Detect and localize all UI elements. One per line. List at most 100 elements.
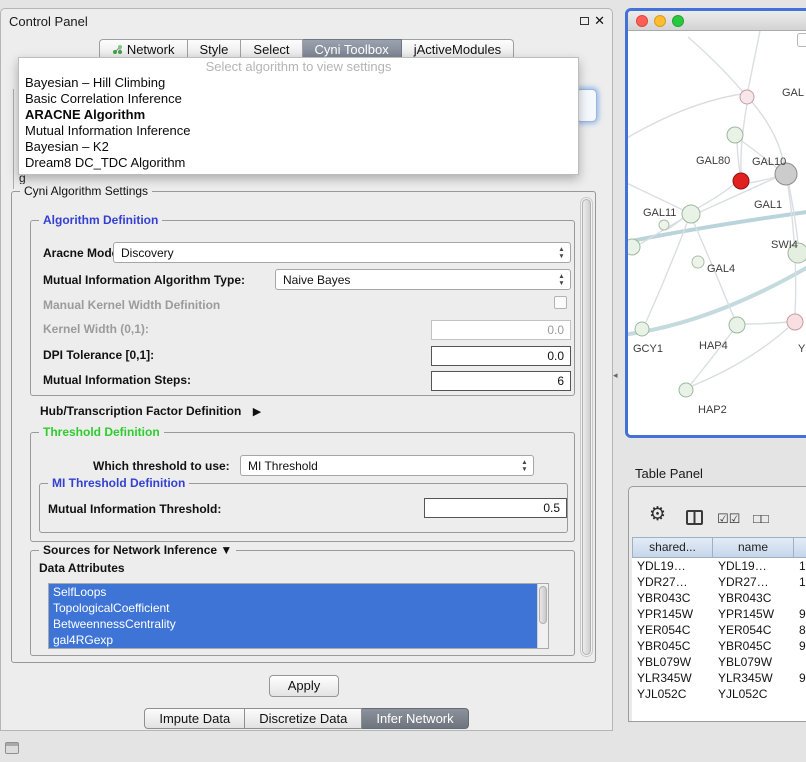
manual-kernel-label: Manual Kernel Width Definition xyxy=(43,298,220,312)
scrollbar-thumb[interactable] xyxy=(539,586,547,624)
table-cell xyxy=(794,590,806,606)
dropdown-item[interactable]: Bayesian – K2 xyxy=(19,139,578,155)
manual-kernel-checkbox[interactable] xyxy=(554,296,567,309)
dropdown-item[interactable]: Dream8 DC_TDC Algorithm xyxy=(19,155,578,171)
mi-steps-input[interactable]: 6 xyxy=(431,371,571,391)
table-header-cell[interactable] xyxy=(794,537,806,558)
network-node[interactable] xyxy=(628,239,640,255)
network-node[interactable] xyxy=(692,256,704,268)
tab-infer-network[interactable]: Infer Network xyxy=(362,708,468,729)
network-node-label: GAL10 xyxy=(752,156,786,168)
mac-zoom-button[interactable] xyxy=(672,15,684,27)
table-row[interactable]: YBR043CYBR043C xyxy=(632,590,806,606)
canvas-corner-button[interactable] xyxy=(797,33,806,47)
combo-value: Discovery xyxy=(121,246,174,260)
network-canvas[interactable]: GALGAL80GAL10GAL11GAL1SWI4GAL4GCY1HAP4YH… xyxy=(628,31,806,435)
tab-impute-data[interactable]: Impute Data xyxy=(144,708,245,729)
table-row[interactable]: YDR27…YDR27…12 xyxy=(632,574,806,590)
hub-definition-expander[interactable]: Hub/Transcription Factor Definition ▶ xyxy=(40,404,261,418)
mac-minimize-button[interactable] xyxy=(654,15,666,27)
background-fieldset-fragment xyxy=(13,89,14,189)
algorithm-definition-fieldset: Algorithm Definition Aracne Mode: Discov… xyxy=(30,220,575,396)
select-all-icon[interactable]: ☑☑ xyxy=(717,511,740,527)
dropdown-item[interactable]: Bayesian – Hill Climbing xyxy=(19,75,578,91)
attributes-scrollbar[interactable] xyxy=(537,584,548,648)
threshold-definition-fieldset: Threshold Definition Which threshold to … xyxy=(30,432,575,542)
network-node[interactable] xyxy=(740,90,754,104)
mi-threshold-input[interactable]: 0.5 xyxy=(424,498,567,518)
network-edge xyxy=(752,102,784,164)
table-row[interactable]: YLR345WYLR345W9. xyxy=(632,670,806,686)
which-threshold-select[interactable]: MI Threshold ▲▼ xyxy=(240,455,534,476)
panel-title: Control Panel xyxy=(9,14,88,29)
network-node-label: HAP4 xyxy=(699,340,728,352)
float-window-icon[interactable] xyxy=(580,17,589,25)
dropdown-item[interactable]: Basic Correlation Inference xyxy=(19,91,578,107)
mac-close-button[interactable] xyxy=(636,15,648,27)
network-node-label: GAL80 xyxy=(696,155,730,167)
table-cell: 12 xyxy=(794,574,806,590)
sources-fieldset: Sources for Network Inference ▼ Data Att… xyxy=(30,550,575,656)
table-header-cell[interactable]: shared... xyxy=(632,537,713,558)
combo-arrows-icon: ▲▼ xyxy=(557,246,566,260)
table-cell: YBL079W xyxy=(632,654,713,670)
network-node[interactable] xyxy=(727,127,743,143)
apply-button[interactable]: Apply xyxy=(269,675,339,697)
attribute-item[interactable]: TopologicalCoefficient xyxy=(49,600,538,616)
mi-threshold-fieldset: MI Threshold Definition Mutual Informati… xyxy=(39,483,568,533)
focused-control-fragment xyxy=(576,89,597,122)
kernel-width-input[interactable]: 0.0 xyxy=(431,320,571,340)
network-node[interactable] xyxy=(679,383,693,397)
mi-type-select[interactable]: Naive Bayes ▲▼ xyxy=(275,269,571,290)
network-node[interactable] xyxy=(787,314,803,330)
tab-discretize-data[interactable]: Discretize Data xyxy=(245,708,362,729)
table-cell: YER054C xyxy=(632,622,713,638)
close-icon[interactable]: ✕ xyxy=(594,13,605,29)
column-selector-icon[interactable] xyxy=(686,510,703,525)
attribute-item[interactable]: BetweennessCentrality xyxy=(49,616,538,632)
table-cell xyxy=(794,654,806,670)
dpi-tolerance-input[interactable]: 0.0 xyxy=(431,346,571,366)
table-row[interactable]: YER054CYER054C8. xyxy=(632,622,806,638)
network-node[interactable] xyxy=(733,173,749,189)
table-header-cell[interactable]: name xyxy=(713,537,794,558)
table-cell: 9. xyxy=(794,670,806,686)
scrollbar-thumb[interactable] xyxy=(582,199,591,655)
table-cell: 9. xyxy=(794,638,806,654)
expand-arrow-icon: ▶ xyxy=(253,406,261,418)
network-node[interactable] xyxy=(635,322,649,336)
sources-expander[interactable]: Sources for Network Inference ▼ xyxy=(39,543,236,557)
dropdown-item[interactable]: ARACNE Algorithm xyxy=(19,107,578,123)
attribute-item[interactable]: SelfLoops xyxy=(49,584,538,600)
network-node-label: HAP2 xyxy=(698,404,727,416)
table-cell: YJL052C xyxy=(632,686,713,702)
deselect-all-icon[interactable]: □□ xyxy=(753,511,769,526)
aracne-mode-select[interactable]: Discovery ▲▼ xyxy=(113,242,571,263)
desktop: { "window": { "title": "Control Panel" }… xyxy=(0,0,806,762)
panel-divider-arrow[interactable]: ◂ xyxy=(613,370,618,381)
table-cell: YBR043C xyxy=(713,590,794,606)
table-row[interactable]: YDL19…YDL19…13 xyxy=(632,558,806,574)
table-cell: YLR345W xyxy=(713,670,794,686)
network-node[interactable] xyxy=(659,220,669,230)
table-cell: YBR043C xyxy=(632,590,713,606)
table-row[interactable]: YPR145WYPR145W9. xyxy=(632,606,806,622)
data-attributes-list[interactable]: SelfLoopsTopologicalCoefficientBetweenne… xyxy=(48,583,549,649)
network-node[interactable] xyxy=(682,205,700,223)
table-row[interactable]: YBR045CYBR045C9. xyxy=(632,638,806,654)
table-row[interactable]: YBL079WYBL079W xyxy=(632,654,806,670)
data-attributes-label: Data Attributes xyxy=(39,561,125,575)
combo-value: MI Threshold xyxy=(248,459,318,473)
minimized-panel-icon[interactable] xyxy=(5,742,19,754)
dropdown-item[interactable]: Mutual Information Inference xyxy=(19,123,578,139)
network-graph: GALGAL80GAL10GAL11GAL1SWI4GAL4GCY1HAP4YH… xyxy=(628,31,806,438)
gear-icon[interactable]: ⚙ xyxy=(649,505,666,524)
table-header-row: shared...name xyxy=(632,537,806,558)
network-node[interactable] xyxy=(729,317,745,333)
control-panel-window: Control Panel ✕ Network Style Select Cyn… xyxy=(0,8,613,731)
table-row[interactable]: YJL052CYJL052C xyxy=(632,686,806,702)
collapse-arrow-icon: ▼ xyxy=(220,543,232,557)
settings-scrollbar[interactable] xyxy=(580,197,593,657)
network-node-label: Y xyxy=(798,343,806,355)
attribute-item[interactable]: gal4RGexp xyxy=(49,632,538,648)
